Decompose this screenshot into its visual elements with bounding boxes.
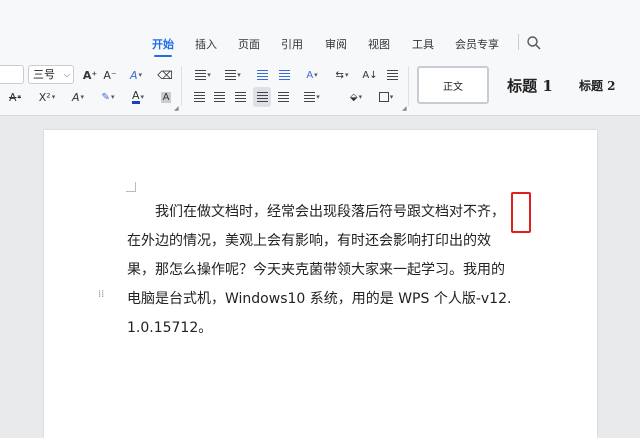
line-spacing-button[interactable]: ▾ bbox=[300, 88, 324, 106]
tab-home[interactable]: 开始 bbox=[152, 36, 174, 57]
highlight-color-button[interactable]: ✎ ▾ bbox=[96, 88, 120, 106]
text-effect-button[interactable]: A ▾ bbox=[124, 66, 148, 84]
font-size-value: 三号 bbox=[33, 68, 55, 81]
text-highlight-icon: A bbox=[71, 90, 80, 104]
font-name-select[interactable] bbox=[0, 65, 24, 84]
distributed-icon bbox=[277, 92, 289, 102]
numbering-button[interactable]: ▾ bbox=[222, 66, 244, 84]
highlight-text-button[interactable]: A ▾ bbox=[66, 88, 90, 106]
bullet-list-icon bbox=[195, 70, 207, 80]
document-page[interactable]: ⁞⁞ 我们在做文档时，经常会出现段落后符号跟文档对不齐，在外边的情况，美观上会有… bbox=[44, 130, 597, 438]
font-color-icon: A bbox=[131, 89, 140, 104]
ribbon-tabs: 开始 插入 页面 引用 审阅 视图 工具 会员专享 bbox=[0, 30, 640, 58]
align-left-icon bbox=[193, 92, 205, 102]
font-dialog-launcher-icon[interactable]: ◢ bbox=[174, 105, 179, 112]
font-size-select[interactable]: 三号 ⌵ bbox=[28, 65, 74, 84]
superscript-button[interactable]: X² ▾ bbox=[34, 88, 60, 106]
tab-insert[interactable]: 插入 bbox=[195, 36, 217, 52]
text-direction-icon: ⇆ bbox=[335, 69, 344, 81]
clear-format-button[interactable]: ⌫ bbox=[156, 66, 174, 84]
chinese-layout-icon: A bbox=[306, 69, 314, 81]
numbered-list-icon bbox=[225, 70, 237, 80]
style-heading2[interactable]: 标题 2 bbox=[571, 66, 640, 104]
shrink-font-button[interactable]: A⁻ bbox=[102, 66, 118, 84]
tab-view[interactable]: 视图 bbox=[368, 36, 390, 52]
line-spacing-icon bbox=[304, 92, 316, 102]
distributed-button[interactable] bbox=[276, 88, 290, 106]
sort-button[interactable]: A↓ bbox=[362, 66, 378, 84]
chinese-layout-button[interactable]: A ▾ bbox=[300, 66, 324, 84]
text-direction-button[interactable]: ⇆ ▾ bbox=[332, 66, 352, 84]
margin-corner-mark bbox=[126, 182, 136, 192]
paragraph-dialog-launcher-icon[interactable]: ◢ bbox=[402, 105, 407, 112]
group-separator bbox=[181, 66, 182, 106]
tab-separator bbox=[518, 34, 519, 50]
style-gallery: 正文 标题 1 标题 2 bbox=[413, 66, 640, 104]
grow-font-button[interactable]: A⁺ bbox=[82, 66, 98, 84]
style-heading2-label: 标题 2 bbox=[579, 78, 616, 93]
style-normal-label: 正文 bbox=[443, 81, 463, 93]
search-icon[interactable] bbox=[526, 35, 542, 51]
increase-indent-button[interactable] bbox=[276, 66, 292, 84]
justify-icon bbox=[256, 92, 268, 102]
paint-bucket-icon: ⬙ bbox=[349, 91, 358, 103]
strikethrough-button[interactable]: A ▾ bbox=[2, 88, 28, 106]
char-shading-icon: A bbox=[160, 91, 172, 103]
font-color-button[interactable]: A ▾ bbox=[126, 88, 150, 106]
ribbon: 开始 插入 页面 引用 审阅 视图 工具 会员专享 三号 ⌵ A⁺ A⁻ A ▾ … bbox=[0, 0, 640, 116]
align-center-icon bbox=[213, 92, 225, 102]
tab-review[interactable]: 审阅 bbox=[325, 36, 347, 52]
text-effect-icon: A bbox=[129, 68, 138, 82]
style-heading1[interactable]: 标题 1 bbox=[495, 66, 565, 104]
strikethrough-icon: A bbox=[8, 90, 17, 104]
shading-button[interactable]: ⬙ ▾ bbox=[344, 88, 368, 106]
justify-button[interactable] bbox=[253, 87, 271, 107]
highlighter-icon: ✎ bbox=[101, 91, 110, 103]
bullets-button[interactable]: ▾ bbox=[192, 66, 214, 84]
tab-references[interactable]: 引用 bbox=[281, 36, 303, 52]
align-left-button[interactable] bbox=[192, 88, 206, 106]
paragraph-drag-handle-icon[interactable]: ⁞⁞ bbox=[98, 290, 106, 305]
char-shading-button[interactable]: A bbox=[158, 88, 174, 106]
group-separator bbox=[408, 66, 409, 106]
outdent-icon bbox=[256, 70, 268, 80]
borders-button[interactable]: ▾ bbox=[374, 88, 398, 106]
tab-page[interactable]: 页面 bbox=[238, 36, 260, 52]
align-center-button[interactable] bbox=[212, 88, 226, 106]
grow-font-icon: A⁺ bbox=[82, 68, 98, 82]
style-heading1-label: 标题 1 bbox=[507, 76, 553, 95]
tab-tools[interactable]: 工具 bbox=[412, 36, 434, 52]
superscript-icon: X² bbox=[38, 90, 51, 104]
annotation-highlight-box bbox=[511, 192, 531, 233]
border-icon bbox=[378, 92, 389, 102]
align-right-icon bbox=[234, 92, 246, 102]
style-normal[interactable]: 正文 bbox=[417, 66, 489, 104]
show-marks-button[interactable] bbox=[384, 66, 400, 84]
document-paragraph[interactable]: 我们在做文档时，经常会出现段落后符号跟文档对不齐，在外边的情况，美观上会有影响，… bbox=[127, 198, 517, 343]
indent-icon bbox=[278, 70, 290, 80]
eraser-icon: ⌫ bbox=[157, 68, 173, 82]
shrink-font-icon: A⁻ bbox=[103, 68, 117, 82]
chevron-down-icon: ⌵ bbox=[63, 70, 70, 79]
decrease-indent-button[interactable] bbox=[254, 66, 270, 84]
sort-icon: A↓ bbox=[362, 69, 378, 81]
show-marks-icon bbox=[386, 70, 398, 80]
tab-member[interactable]: 会员专享 bbox=[455, 36, 499, 52]
align-right-button[interactable] bbox=[233, 88, 247, 106]
